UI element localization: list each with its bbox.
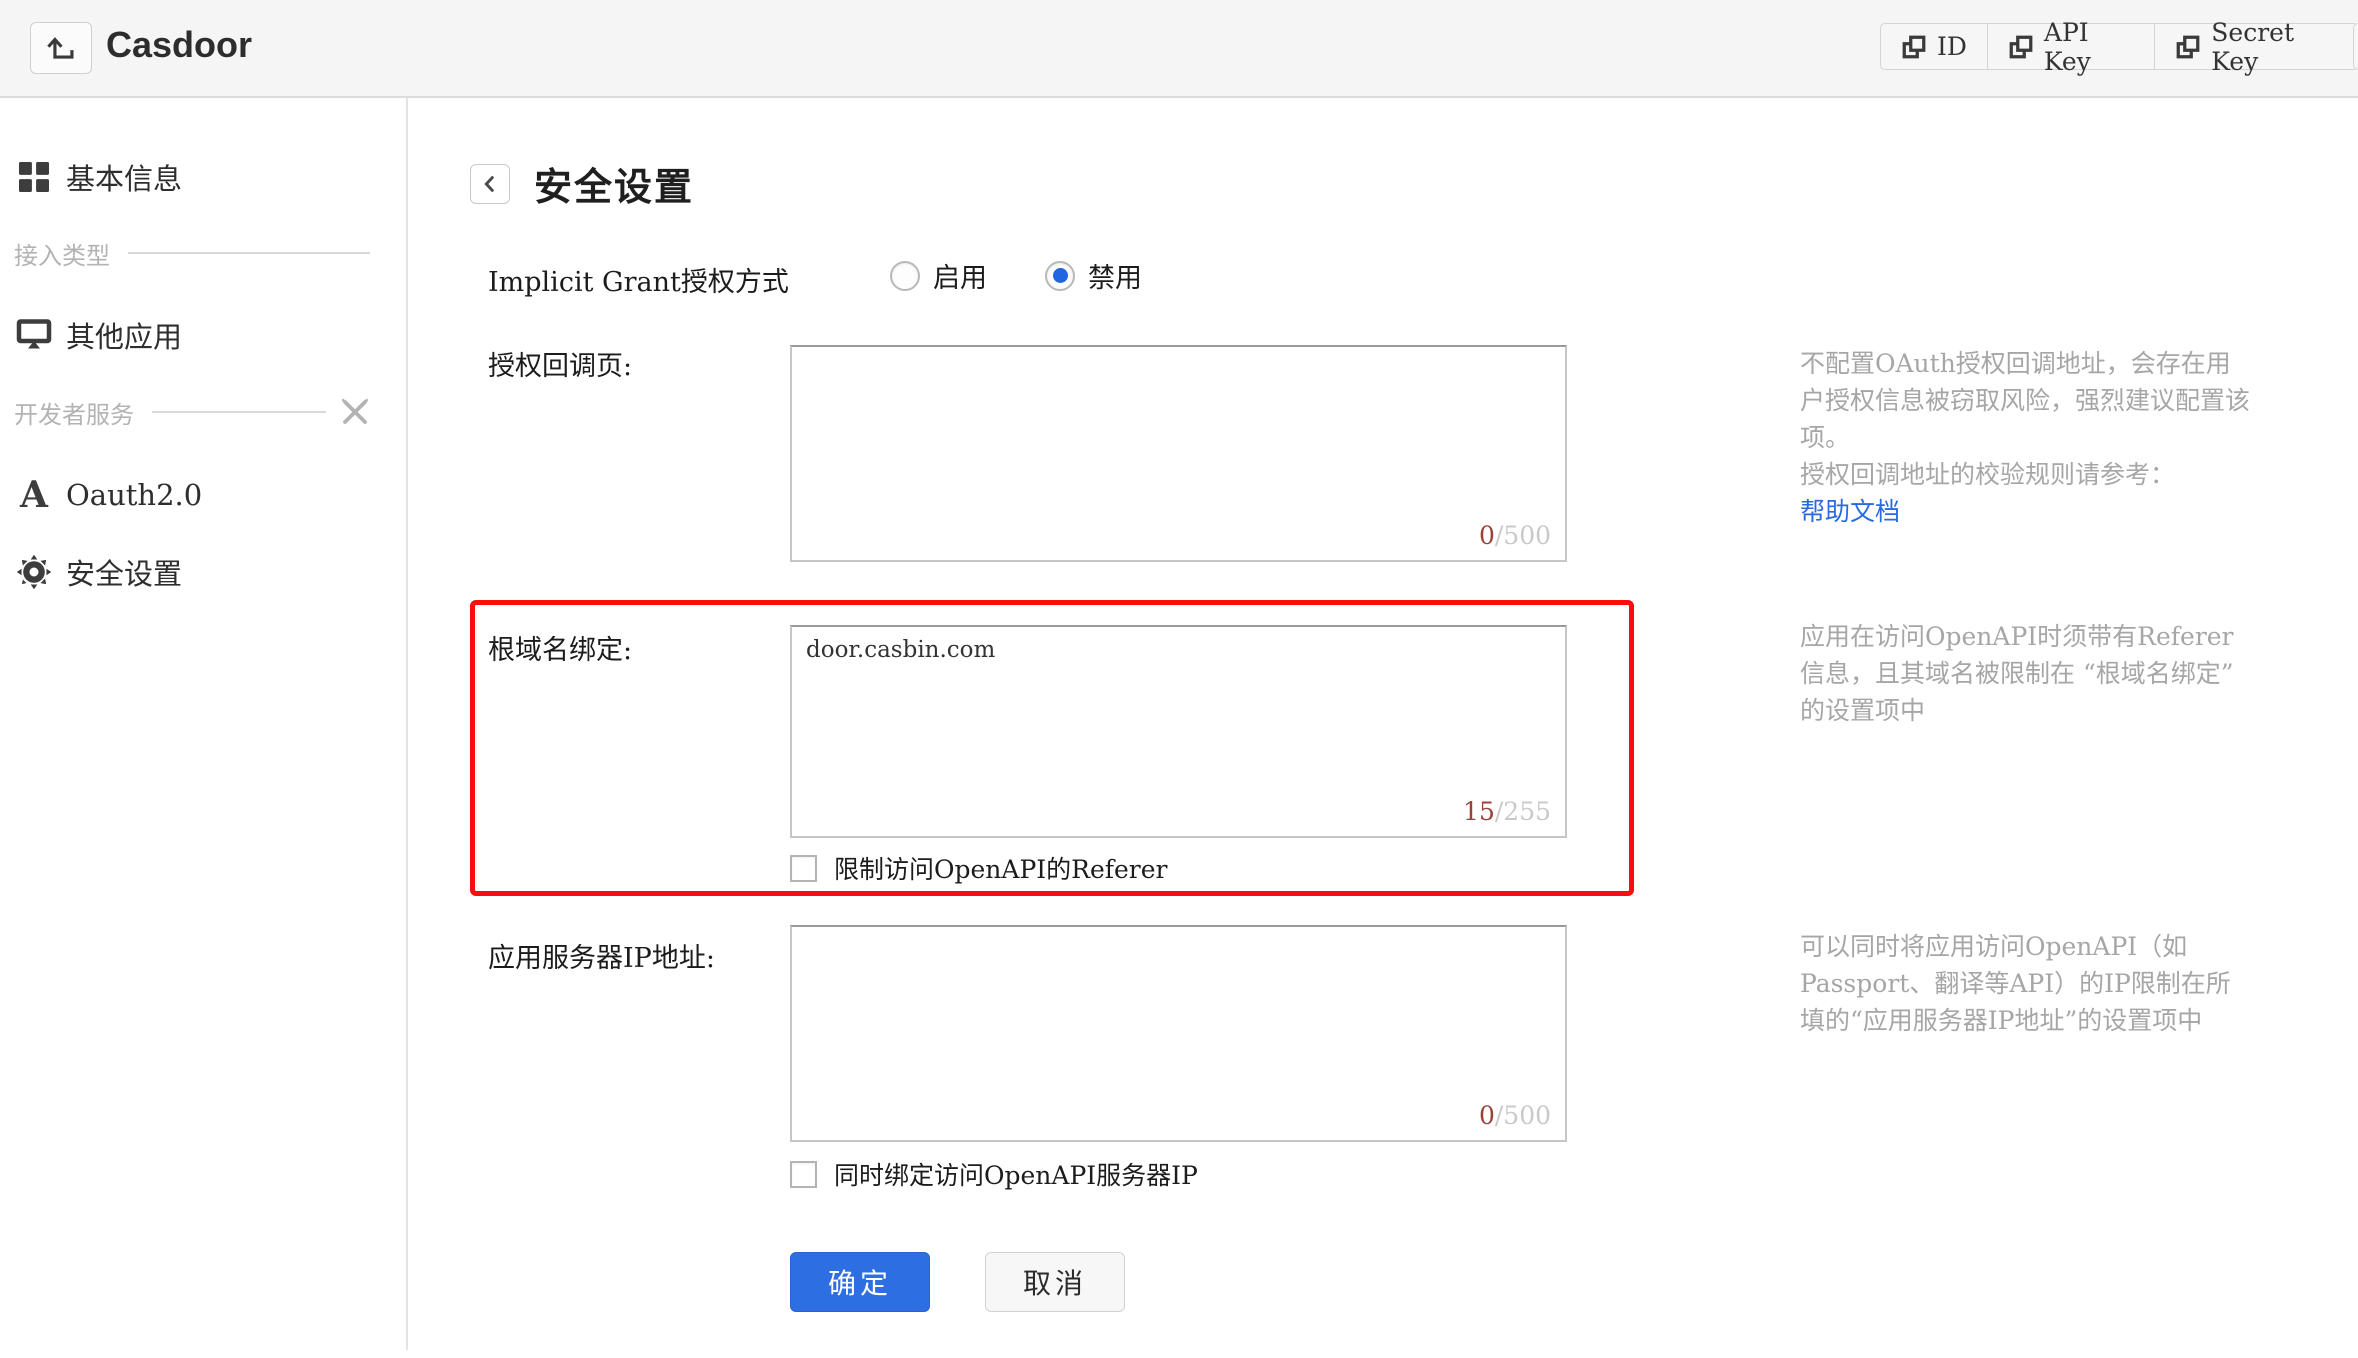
- root-domain-textarea[interactable]: door.casbin.com: [790, 625, 1567, 838]
- sidebar-item-label: 其他应用: [66, 320, 183, 354]
- arrow-up-exit-icon: [44, 33, 78, 63]
- cancel-button[interactable]: 取消: [985, 1252, 1125, 1312]
- checkbox-unchecked-icon[interactable]: [790, 1160, 817, 1188]
- root-domain-label: 根域名绑定:: [488, 635, 633, 666]
- monitor-icon: [14, 315, 54, 355]
- referer-restrict-checkbox-row[interactable]: 限制访问OpenAPI的Referer: [790, 850, 1168, 886]
- back-to-apps-button[interactable]: [30, 22, 92, 74]
- copy-icon: [1901, 34, 1927, 60]
- sidebar-divider-access-type: 接入类型: [0, 229, 406, 277]
- copy-icon: [2008, 34, 2034, 60]
- radio-selected-icon[interactable]: [1045, 260, 1075, 291]
- help-line: 授权回调地址的校验规则请参考：: [1800, 460, 2176, 489]
- callback-url-textarea[interactable]: [790, 345, 1567, 562]
- page-title-row: 安全设置: [470, 156, 694, 211]
- copy-secret-key-label: Secret Key: [2211, 17, 2294, 76]
- app-title: Casdoor: [106, 24, 253, 65]
- grid-icon: [14, 157, 54, 197]
- sidebar-item-security-settings[interactable]: 安全设置: [0, 548, 406, 596]
- radio-option-disable[interactable]: 禁用: [1045, 256, 1142, 295]
- gear-icon: [14, 552, 54, 592]
- radio-option-enable[interactable]: 启用: [890, 256, 987, 295]
- divider-label: 接入类型: [14, 241, 110, 270]
- root-domain-help-text: 应用在访问OpenAPI时须带有Referer信息，且其域名被限制在 “根域名绑…: [1800, 618, 2255, 729]
- partial-button-edge: [2353, 23, 2358, 70]
- server-ip-help-text: 可以同时将应用访问OpenAPI（如Passport、翻译等API）的IP限制在…: [1800, 928, 2255, 1039]
- server-ip-field: 0/500: [790, 925, 1567, 1142]
- copy-id-button[interactable]: ID: [1880, 23, 1988, 70]
- help-line: 不配置OAuth授权回调地址，会存在用户授权信息被窃取风险，强烈建议配置该项。: [1800, 349, 2251, 452]
- sidebar-nav: 基本信息 接入类型 其他应用 开发者服务 A Oauth2.0 安全设置: [0, 98, 408, 1350]
- implicit-grant-label: Implicit Grant授权方式: [488, 267, 789, 298]
- checkbox-unchecked-icon[interactable]: [790, 854, 817, 882]
- copy-secret-key-button[interactable]: Secret Key: [2155, 18, 2358, 76]
- divider-label: 开发者服务: [14, 400, 134, 429]
- help-line: 应用在访问OpenAPI时须带有Referer信息，且其域名被限制在 “根域名绑…: [1800, 622, 2234, 725]
- callback-help-text: 不配置OAuth授权回调地址，会存在用户授权信息被窃取风险，强烈建议配置该项。 …: [1800, 345, 2255, 530]
- sidebar-item-label: 基本信息: [66, 162, 183, 196]
- checkbox-label: 限制访问OpenAPI的Referer: [834, 855, 1168, 884]
- copy-icon: [2175, 34, 2201, 60]
- callback-url-field: 0/500: [790, 345, 1567, 562]
- radio-label: 启用: [933, 263, 987, 294]
- divider-line: [152, 411, 326, 413]
- copy-api-key-button[interactable]: API Key: [1987, 18, 2156, 76]
- radio-label: 禁用: [1088, 263, 1142, 294]
- sidebar-item-label: 安全设置: [66, 557, 183, 591]
- oauth-a-icon: A: [20, 474, 48, 516]
- checkbox-label: 同时绑定访问OpenAPI服务器IP: [834, 1161, 1198, 1190]
- confirm-button[interactable]: 确定: [790, 1252, 930, 1312]
- tools-icon: [340, 397, 370, 427]
- back-button[interactable]: [470, 163, 510, 204]
- help-doc-link[interactable]: 帮助文档: [1800, 497, 1900, 526]
- credential-copy-button-group: ID API Key Secret Key: [1880, 18, 2358, 76]
- root-domain-field: door.casbin.com 15/255: [790, 625, 1567, 838]
- bind-openapi-ip-checkbox-row[interactable]: 同时绑定访问OpenAPI服务器IP: [790, 1156, 1198, 1192]
- help-line: 可以同时将应用访问OpenAPI（如Passport、翻译等API）的IP限制在…: [1800, 932, 2231, 1035]
- sidebar-item-oauth2[interactable]: A Oauth2.0: [0, 471, 406, 519]
- radio-unselected-icon[interactable]: [890, 260, 920, 291]
- server-ip-textarea[interactable]: [790, 925, 1567, 1142]
- callback-url-label: 授权回调页:: [488, 351, 633, 382]
- copy-id-label: ID: [1937, 32, 1967, 61]
- sidebar-divider-developer-services: 开发者服务: [0, 388, 406, 436]
- page-title: 安全设置: [534, 167, 695, 209]
- implicit-grant-radio-group: 启用 禁用: [890, 256, 1200, 295]
- main-content: 安全设置 Implicit Grant授权方式 启用 禁用 授权回调页: 0/5…: [408, 98, 2358, 1358]
- sidebar-item-basic-info[interactable]: 基本信息: [0, 153, 406, 201]
- copy-api-key-label: API Key: [2043, 17, 2091, 76]
- divider-line: [128, 252, 370, 254]
- sidebar-item-other-apps[interactable]: 其他应用: [0, 311, 406, 359]
- server-ip-label: 应用服务器IP地址:: [488, 943, 715, 974]
- top-header: Casdoor ID API Key Secret Key: [0, 0, 2358, 98]
- chevron-left-icon: [479, 173, 501, 195]
- sidebar-item-label: Oauth2.0: [66, 478, 203, 512]
